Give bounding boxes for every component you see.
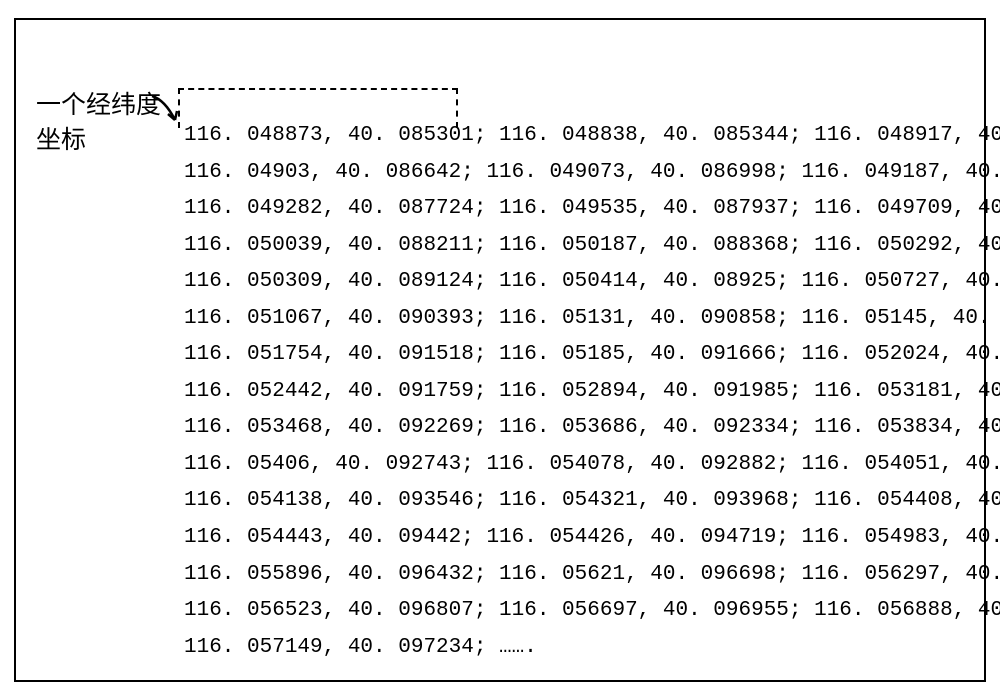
annotation-label: 一个经纬度 坐标 bbox=[36, 88, 161, 158]
coord-line: 116. 057149, 40. 097234; ……. bbox=[184, 632, 1000, 665]
coord-line: 116. 054443, 40. 09442; 116. 054426, 40.… bbox=[184, 522, 1000, 555]
coord-line: 116. 049282, 40. 087724; 116. 049535, 40… bbox=[184, 193, 1000, 226]
coord-line: 116. 050309, 40. 089124; 116. 050414, 40… bbox=[184, 266, 1000, 299]
coord-line: 116. 051754, 40. 091518; 116. 05185, 40.… bbox=[184, 339, 1000, 372]
coord-line: 116. 053468, 40. 092269; 116. 053686, 40… bbox=[184, 412, 1000, 445]
coord-line: 116. 056523, 40. 096807; 116. 056697, 40… bbox=[184, 595, 1000, 628]
coord-line: 116. 051067, 40. 090393; 116. 05131, 40.… bbox=[184, 303, 1000, 336]
coordinate-data: 116. 048873, 40. 085301; 116. 048838, 40… bbox=[184, 120, 1000, 668]
annotation-label-line1: 一个经纬度 bbox=[36, 88, 161, 123]
coord-line: 116. 04903, 40. 086642; 116. 049073, 40.… bbox=[184, 157, 1000, 190]
coord-line: 116. 048873, 40. 085301; 116. 048838, 40… bbox=[184, 120, 1000, 153]
coord-line: 116. 05406, 40. 092743; 116. 054078, 40.… bbox=[184, 449, 1000, 482]
annotation-label-line2: 坐标 bbox=[36, 123, 161, 158]
document-frame: 一个经纬度 坐标 116. 048873, 40. 085301; 116. 0… bbox=[14, 18, 986, 682]
coord-line: 116. 050039, 40. 088211; 116. 050187, 40… bbox=[184, 230, 1000, 263]
coord-line: 116. 054138, 40. 093546; 116. 054321, 40… bbox=[184, 485, 1000, 518]
coord-line: 116. 055896, 40. 096432; 116. 05621, 40.… bbox=[184, 559, 1000, 592]
coord-line: 116. 052442, 40. 091759; 116. 052894, 40… bbox=[184, 376, 1000, 409]
